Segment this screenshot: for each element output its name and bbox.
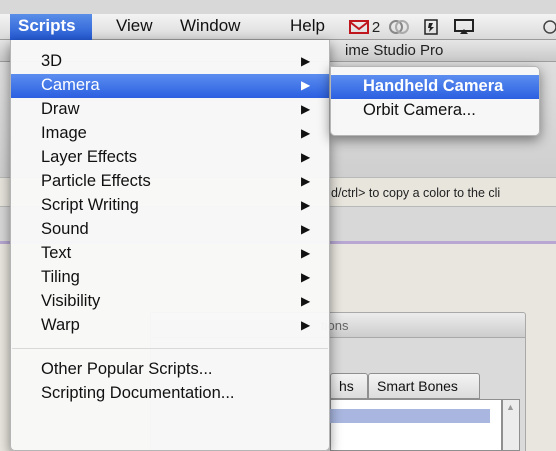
submenu-arrow-icon: ▶ <box>301 246 311 260</box>
menu-item-warp[interactable]: Warp ▶ <box>11 314 329 338</box>
menu-item-layer-effects[interactable]: Layer Effects ▶ <box>11 146 329 170</box>
scroll-up-arrow-icon[interactable]: ▲ <box>506 402 515 412</box>
menu-item-script-writing[interactable]: Script Writing ▶ <box>11 194 329 218</box>
menu-item-image[interactable]: Image ▶ <box>11 122 329 146</box>
menubar-view[interactable]: View <box>104 14 154 40</box>
airplay-icon[interactable] <box>452 17 476 37</box>
submenu-arrow-icon: ▶ <box>301 198 311 212</box>
window-title: ime Studio Pro <box>345 42 444 59</box>
submenu-arrow-icon: ▶ <box>301 174 311 188</box>
menu-item-tiling[interactable]: Tiling ▶ <box>11 266 329 290</box>
menu-item-orbit-camera[interactable]: Orbit Camera... <box>331 99 539 123</box>
submenu-arrow-icon: ▶ <box>301 318 311 332</box>
menu-separator <box>12 348 328 349</box>
menubar-help[interactable]: Help <box>290 14 330 40</box>
submenu-arrow-icon: ▶ <box>301 126 311 140</box>
menu-item-sound[interactable]: Sound ▶ <box>11 218 329 242</box>
submenu-arrow-icon: ▶ <box>301 270 311 284</box>
menu-item-particle-effects[interactable]: Particle Effects ▶ <box>11 170 329 194</box>
menubar-window[interactable]: Window <box>180 14 270 40</box>
menu-item-camera[interactable]: Camera ▶ <box>11 74 329 98</box>
battery-icon[interactable] <box>422 17 440 37</box>
tab-smart-bones[interactable]: Smart Bones <box>368 373 480 399</box>
menu-bar: Scripts View Window Help 2 <box>0 14 556 40</box>
submenu-arrow-icon: ▶ <box>301 294 311 308</box>
menu-item-visibility[interactable]: Visibility ▶ <box>11 290 329 314</box>
panel-list-selection[interactable] <box>330 409 490 423</box>
submenu-arrow-icon: ▶ <box>301 78 311 92</box>
submenu-arrow-icon: ▶ <box>301 222 311 236</box>
mail-icon[interactable] <box>348 17 370 37</box>
status-hint-text: d/ctrl> to copy a color to the cli <box>331 186 501 200</box>
menubar-scripts[interactable]: Scripts <box>10 14 92 40</box>
record-icon[interactable] <box>388 17 410 37</box>
menu-item-scripting-documentation[interactable]: Scripting Documentation... <box>11 382 329 406</box>
panel-list[interactable] <box>330 399 502 451</box>
mail-count: 2 <box>371 18 381 36</box>
search-icon[interactable] <box>540 17 556 37</box>
camera-submenu: Handheld Camera Orbit Camera... <box>330 66 540 136</box>
menu-item-3d[interactable]: 3D ▶ <box>11 50 329 74</box>
scripts-menu: 3D ▶ Camera ▶ Draw ▶ Image ▶ Layer Effec… <box>10 40 330 451</box>
submenu-arrow-icon: ▶ <box>301 54 311 68</box>
tab-morphs[interactable]: hs <box>330 373 368 399</box>
menu-item-text[interactable]: Text ▶ <box>11 242 329 266</box>
submenu-arrow-icon: ▶ <box>301 102 311 116</box>
menu-item-handheld-camera[interactable]: Handheld Camera <box>331 75 539 99</box>
panel-scrollbar[interactable]: ▲ <box>502 399 520 451</box>
submenu-arrow-icon: ▶ <box>301 150 311 164</box>
menu-item-draw[interactable]: Draw ▶ <box>11 98 329 122</box>
menu-item-other-popular-scripts[interactable]: Other Popular Scripts... <box>11 358 329 382</box>
